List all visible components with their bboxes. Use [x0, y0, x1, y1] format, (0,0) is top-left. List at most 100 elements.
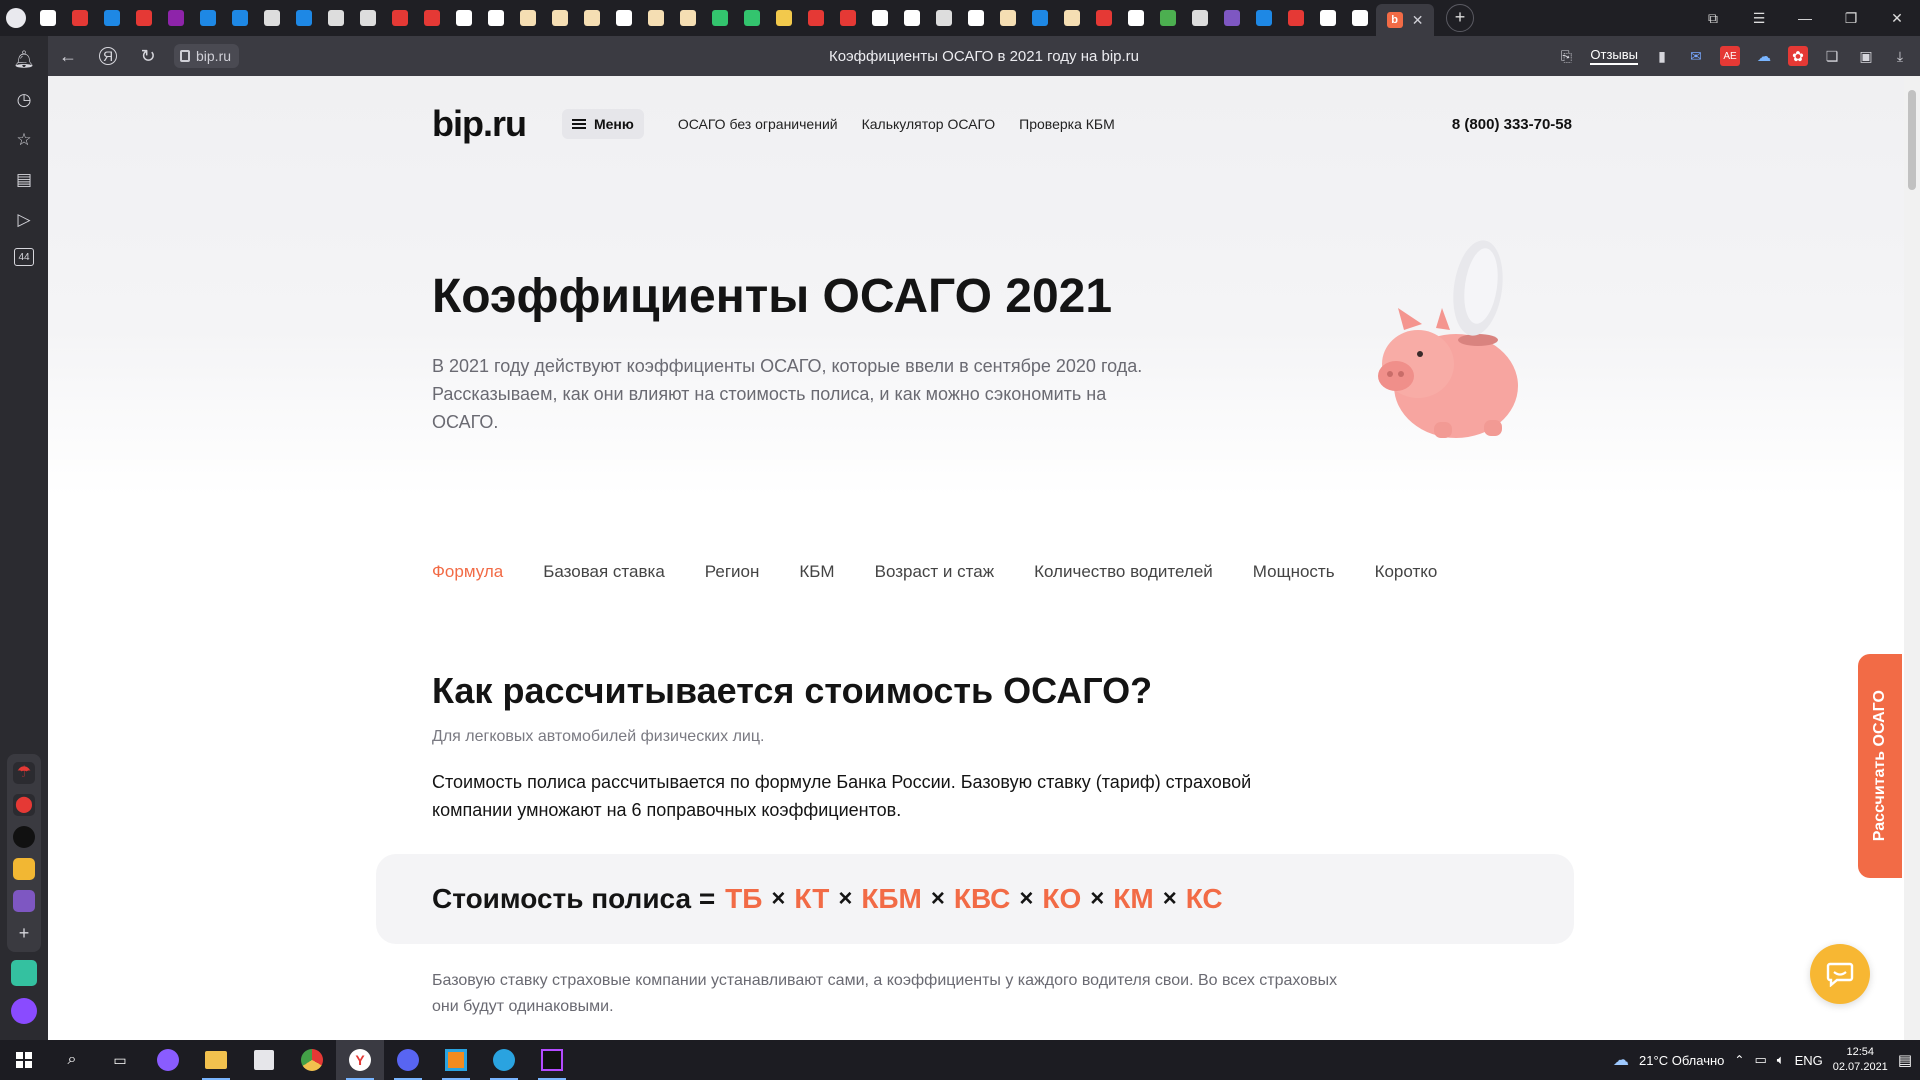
pinned-tab[interactable] — [1344, 0, 1376, 36]
taskbar-yandex-browser[interactable]: Y — [336, 1040, 384, 1080]
pinned-tab[interactable] — [256, 0, 288, 36]
pinned-tab[interactable] — [320, 0, 352, 36]
anchor-drivers-count[interactable]: Количество водителей — [1034, 562, 1213, 582]
vpn-extension-icon[interactable]: ☁ — [1754, 46, 1774, 66]
pinned-tab[interactable] — [640, 0, 672, 36]
pinned-tab[interactable] — [864, 0, 896, 36]
nav-link-calculator[interactable]: Калькулятор ОСАГО — [862, 116, 996, 132]
back-button[interactable]: ← — [48, 36, 88, 76]
maps-pin-app-icon[interactable]: ⬤ — [13, 794, 35, 816]
url-field[interactable]: bip.ru — [174, 44, 240, 68]
page-scrollbar[interactable] — [1904, 76, 1920, 1040]
pinned-tab[interactable] — [160, 0, 192, 36]
pinned-tab[interactable] — [480, 0, 512, 36]
anchor-formula[interactable]: Формула — [432, 562, 503, 582]
anchor-base-rate[interactable]: Базовая ставка — [543, 562, 665, 582]
anchor-kbm[interactable]: КБМ — [799, 562, 834, 582]
add-app-icon[interactable]: + — [13, 922, 35, 944]
pinned-tab[interactable] — [64, 0, 96, 36]
browser-menu-icon[interactable]: ☰ — [1736, 0, 1782, 36]
pinned-tab[interactable] — [1056, 0, 1088, 36]
pinned-tab[interactable] — [416, 0, 448, 36]
bell-icon[interactable]: 🔔︎ — [12, 48, 36, 72]
close-window-icon[interactable]: ✕ — [1874, 0, 1920, 36]
scrollbar-thumb[interactable] — [1908, 90, 1916, 190]
pinned-tab[interactable] — [960, 0, 992, 36]
collections-icon[interactable]: ❏ — [1822, 46, 1842, 66]
media-play-icon[interactable]: ▷ — [12, 208, 36, 232]
windows-start-button[interactable] — [0, 1040, 48, 1080]
clock[interactable]: 12:54 02.07.2021 — [1833, 1045, 1888, 1075]
pinned-tab[interactable] — [672, 0, 704, 36]
pinned-tab[interactable] — [352, 0, 384, 36]
pinned-tab[interactable] — [1312, 0, 1344, 36]
pinned-tab[interactable] — [32, 0, 64, 36]
pinned-tab[interactable] — [224, 0, 256, 36]
task-view-button[interactable]: ▭ — [96, 1040, 144, 1080]
nav-link-osago-unlimited[interactable]: ОСАГО без ограничений — [678, 116, 838, 132]
pinned-tab[interactable] — [1280, 0, 1312, 36]
pinned-tab[interactable] — [704, 0, 736, 36]
taskbar-explorer[interactable] — [192, 1040, 240, 1080]
pinned-tab[interactable] — [800, 0, 832, 36]
pinned-tab[interactable] — [832, 0, 864, 36]
nav-link-kbm-check[interactable]: Проверка КБМ — [1019, 116, 1115, 132]
save-page-icon[interactable]: ▣ — [1856, 46, 1876, 66]
reviews-button[interactable]: Отзывы — [1590, 47, 1638, 65]
notifications-icon[interactable]: ▤ — [1898, 1051, 1912, 1069]
messenger-app-icon[interactable] — [13, 890, 35, 912]
bookmarks-star-icon[interactable]: ☆ — [12, 128, 36, 152]
profile-avatar[interactable] — [0, 0, 32, 36]
pinned-tab[interactable] — [928, 0, 960, 36]
pinned-tab[interactable] — [96, 0, 128, 36]
weather-text[interactable]: 21°C Облачно — [1639, 1053, 1724, 1068]
music-app-icon[interactable] — [13, 826, 35, 848]
pinned-tab[interactable] — [576, 0, 608, 36]
alice-icon[interactable] — [11, 998, 37, 1024]
taskbar-ide[interactable] — [528, 1040, 576, 1080]
pinned-tab[interactable] — [1216, 0, 1248, 36]
new-tab-button[interactable]: + — [1446, 4, 1474, 32]
chat-button[interactable] — [1810, 944, 1870, 1004]
sidebar-app-green-icon[interactable] — [11, 960, 37, 986]
taskbar-telegram[interactable] — [480, 1040, 528, 1080]
taskbar-alice[interactable] — [144, 1040, 192, 1080]
history-icon[interactable]: ◷ — [12, 88, 36, 112]
taskbar-app-orange[interactable] — [432, 1040, 480, 1080]
yandex-home-button[interactable]: Я — [88, 36, 128, 76]
input-language[interactable]: ENG — [1795, 1053, 1823, 1068]
pinned-tab[interactable] — [896, 0, 928, 36]
pinned-tab[interactable] — [768, 0, 800, 36]
pinned-tab[interactable] — [736, 0, 768, 36]
pinned-tab[interactable] — [448, 0, 480, 36]
download-icon[interactable]: ⤓ — [1890, 46, 1910, 66]
restore-icon[interactable]: ❐ — [1828, 0, 1874, 36]
site-logo[interactable]: bip.ru — [432, 103, 527, 145]
tab-count-badge[interactable]: 44 — [14, 248, 34, 266]
notes-icon[interactable]: ▤ — [12, 168, 36, 192]
anchor-summary[interactable]: Коротко — [1375, 562, 1438, 582]
adblock-extension-icon[interactable]: AE — [1720, 46, 1740, 66]
volume-icon[interactable]: 🔈︎ — [1777, 1052, 1785, 1068]
pinned-tab[interactable] — [128, 0, 160, 36]
pinned-tab[interactable] — [1120, 0, 1152, 36]
taskbar-store[interactable] — [240, 1040, 288, 1080]
translate-icon[interactable]: ⎘ — [1556, 46, 1576, 66]
close-tab-button[interactable]: ✕ — [1412, 12, 1424, 29]
phone-number[interactable]: 8 (800) 333-70-58 — [1452, 116, 1572, 133]
anchor-power[interactable]: Мощность — [1253, 562, 1335, 582]
minimize-icon[interactable]: — — [1782, 0, 1828, 36]
tab-manager-icon[interactable]: ⧉ — [1690, 0, 1736, 36]
pinned-tab[interactable] — [1152, 0, 1184, 36]
taskbar-discord[interactable] — [384, 1040, 432, 1080]
pinned-tab[interactable] — [608, 0, 640, 36]
pinned-tab[interactable] — [1024, 0, 1056, 36]
anchor-region[interactable]: Регион — [705, 562, 760, 582]
mail-extension-icon[interactable]: ✉ — [1686, 46, 1706, 66]
pinned-tab[interactable] — [288, 0, 320, 36]
bookmark-icon[interactable]: ▮ — [1652, 46, 1672, 66]
pinned-tab[interactable] — [192, 0, 224, 36]
reload-button[interactable]: ↻ — [128, 36, 168, 76]
pinned-tab[interactable] — [1184, 0, 1216, 36]
pinned-tab[interactable] — [1088, 0, 1120, 36]
